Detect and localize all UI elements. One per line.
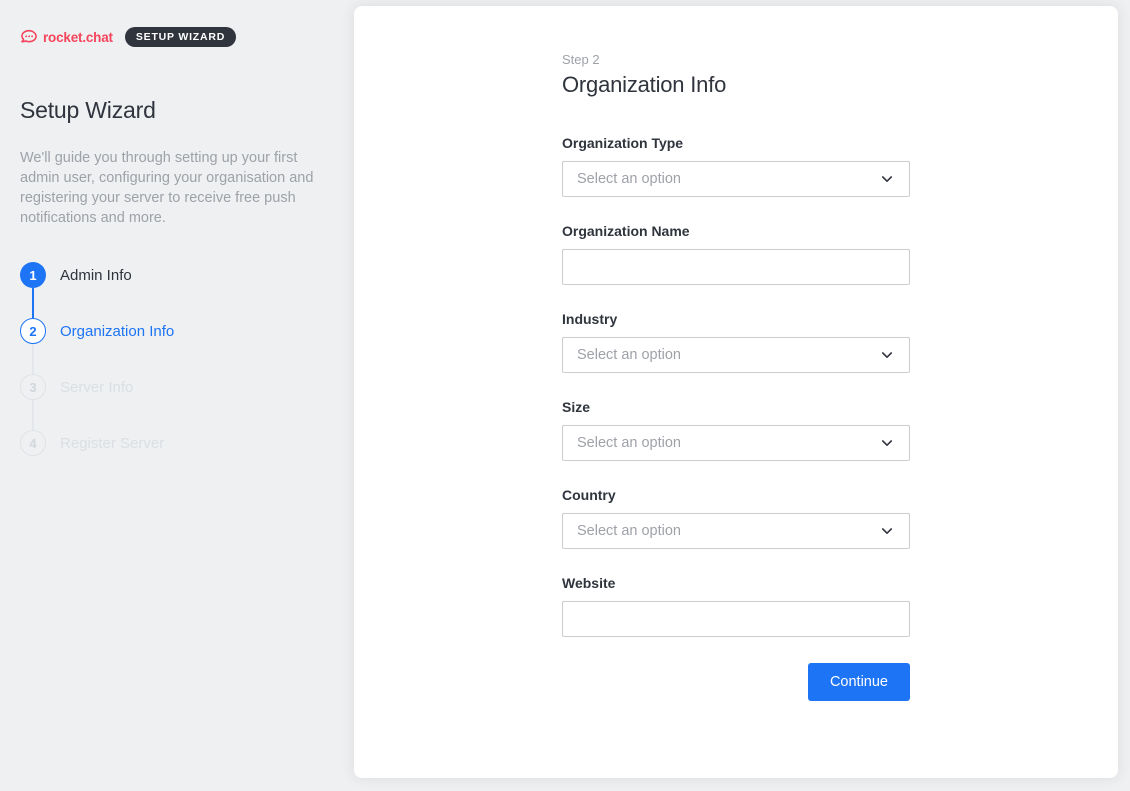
step-label: Server Info — [60, 379, 133, 396]
form-actions: Continue — [562, 663, 910, 701]
website-input[interactable] — [562, 601, 910, 637]
wizard-stepper: 1 Admin Info 2 Organization Info 3 Serve… — [20, 262, 326, 456]
continue-button[interactable]: Continue — [808, 663, 910, 701]
field-size: Size Select an option — [562, 399, 910, 461]
setup-wizard-sidebar: rocket.chat SETUP WIZARD Setup Wizard We… — [0, 0, 354, 791]
select-placeholder: Select an option — [577, 523, 681, 539]
step-label: Admin Info — [60, 267, 132, 284]
rocketchat-logo-icon — [20, 28, 38, 46]
field-website: Website — [562, 575, 910, 637]
industry-label: Industry — [562, 311, 910, 327]
step-number-badge: 3 — [20, 374, 46, 400]
stepper-item-admin-info[interactable]: 1 Admin Info — [20, 262, 326, 288]
field-industry: Industry Select an option — [562, 311, 910, 373]
step-number-badge: 2 — [20, 318, 46, 344]
chevron-down-icon — [879, 347, 895, 363]
setup-wizard-badge: SETUP WIZARD — [125, 27, 236, 47]
select-placeholder: Select an option — [577, 435, 681, 451]
industry-select[interactable]: Select an option — [562, 337, 910, 373]
organization-name-label: Organization Name — [562, 223, 910, 239]
website-label: Website — [562, 575, 910, 591]
wizard-step-panel: Step 2 Organization Info Organization Ty… — [354, 6, 1118, 778]
country-label: Country — [562, 487, 910, 503]
organization-name-input[interactable] — [562, 249, 910, 285]
step-caption: Step 2 — [562, 52, 910, 67]
organization-type-label: Organization Type — [562, 135, 910, 151]
stepper-item-server-info: 3 Server Info — [20, 374, 326, 400]
field-organization-type: Organization Type Select an option — [562, 135, 910, 197]
chevron-down-icon — [879, 435, 895, 451]
rocketchat-logo: rocket.chat — [20, 28, 113, 46]
chevron-down-icon — [879, 171, 895, 187]
organization-type-select[interactable]: Select an option — [562, 161, 910, 197]
field-organization-name: Organization Name — [562, 223, 910, 285]
size-label: Size — [562, 399, 910, 415]
step-label: Register Server — [60, 435, 164, 452]
rocketchat-logo-text: rocket.chat — [43, 30, 113, 45]
sidebar-title: Setup Wizard — [20, 97, 326, 124]
sidebar-description: We'll guide you through setting up your … — [20, 148, 320, 228]
size-select[interactable]: Select an option — [562, 425, 910, 461]
select-placeholder: Select an option — [577, 347, 681, 363]
stepper-item-organization-info[interactable]: 2 Organization Info — [20, 318, 326, 344]
brand-row: rocket.chat SETUP WIZARD — [20, 26, 326, 48]
organization-info-form: Step 2 Organization Info Organization Ty… — [562, 6, 910, 701]
stepper-item-register-server: 4 Register Server — [20, 430, 326, 456]
step-number-badge: 4 — [20, 430, 46, 456]
select-placeholder: Select an option — [577, 171, 681, 187]
step-label: Organization Info — [60, 323, 174, 340]
field-country: Country Select an option — [562, 487, 910, 549]
country-select[interactable]: Select an option — [562, 513, 910, 549]
step-number-badge: 1 — [20, 262, 46, 288]
page-title: Organization Info — [562, 72, 910, 98]
chevron-down-icon — [879, 523, 895, 539]
